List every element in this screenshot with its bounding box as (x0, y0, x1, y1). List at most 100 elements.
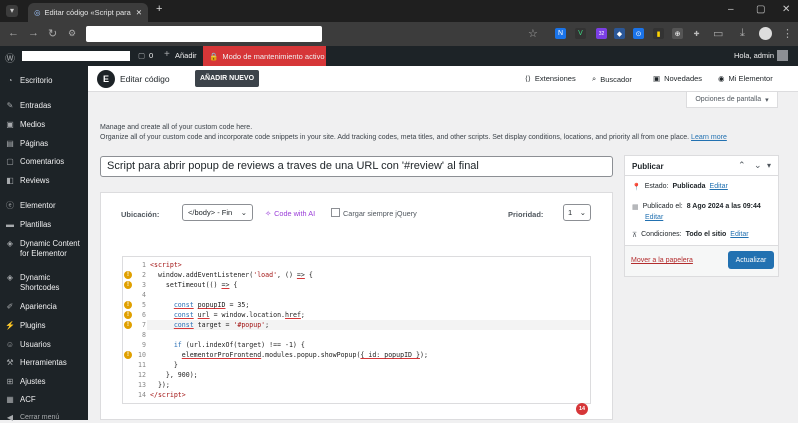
close-window-icon[interactable]: ✕ (782, 4, 790, 15)
sidebar-item-templates[interactable]: ▬ Plantillas (0, 220, 88, 230)
extension-badge-icon[interactable]: 32 (596, 28, 607, 39)
new-tab-button[interactable]: + (156, 3, 162, 15)
warning-icon[interactable]: ! (124, 271, 132, 279)
add-new-button[interactable]: AÑADIR NUEVO (195, 70, 259, 87)
extension-icon[interactable]: ⊕ (672, 28, 683, 39)
load-jquery-checkbox[interactable] (331, 208, 340, 217)
sidebar-item-tools[interactable]: ⚒ Herramientas (0, 358, 88, 368)
site-name-link[interactable] (22, 51, 130, 61)
tab-grid-icon[interactable]: ▭ (713, 27, 723, 40)
dashboard-icon: ◔ (7, 76, 13, 85)
extension-icon[interactable]: ⊙ (633, 28, 644, 39)
warning-icon[interactable]: ! (124, 301, 132, 309)
user-greeting[interactable]: Hola, admin (734, 51, 774, 60)
intro-line-2: Organize all of your custom code and inc… (100, 134, 727, 141)
status-label: Estado: (644, 183, 669, 190)
sidebar-item-plugins[interactable]: ⚡ Plugins (0, 321, 88, 331)
finder-link[interactable]: ⌕ Buscador (592, 74, 632, 84)
browser-tab-bar: ▾ ◎ Editar código «Script para abri ✕ + … (0, 0, 798, 22)
sidebar-item-elementor[interactable]: ⓔ Elementor (0, 201, 88, 211)
profile-avatar[interactable] (759, 27, 772, 40)
move-down-icon[interactable]: ⌄ (754, 160, 762, 171)
priority-select[interactable]: 1 ⌄ (563, 204, 591, 221)
warning-icon[interactable]: ! (124, 321, 132, 329)
sidebar-item-reviews[interactable]: ◧ Reviews (0, 176, 88, 186)
comments-count[interactable]: 0 (149, 51, 153, 60)
extension-icon[interactable]: V (575, 28, 586, 39)
warning-icon[interactable]: ! (124, 351, 132, 359)
sidebar-item-pages[interactable]: ▤ Páginas (0, 139, 88, 149)
address-bar[interactable] (86, 26, 322, 42)
sidebar-item-label: Comentarios (20, 157, 65, 166)
sidebar-item-label: Elementor (20, 201, 56, 210)
tab-search-icon[interactable]: ▾ (6, 5, 18, 17)
maintenance-mode-badge[interactable]: 🔒 Modo de mantenimiento activo (203, 46, 326, 66)
move-up-icon[interactable]: ⌃ (738, 160, 746, 171)
maintenance-text: Modo de mantenimiento activo (222, 51, 325, 61)
learn-more-link[interactable]: Learn more (691, 134, 727, 141)
puzzle-extensions-icon[interactable]: ✚ (691, 28, 702, 39)
calendar-icon: ▦ (632, 204, 639, 211)
sidebar-item-media[interactable]: ▣ Medios (0, 120, 88, 130)
sidebar-item-dynamic-content[interactable]: ◈ Dynamic Content for Elementor (0, 239, 88, 259)
sidebar-item-users[interactable]: ☺ Usuarios (0, 340, 88, 350)
whats-new-link[interactable]: ▣ Novedades (653, 74, 702, 83)
location-select[interactable]: </body> - Fin ⌄ (182, 204, 253, 221)
site-info-icon[interactable]: ⚙ (68, 28, 76, 39)
wordpress-logo-icon[interactable]: Ⓦ (5, 50, 15, 65)
download-icon[interactable]: ⤓ (740, 27, 745, 40)
title-input[interactable]: Script para abrir popup de reviews a tra… (100, 156, 613, 177)
extension-icon[interactable]: ▮ (653, 28, 664, 39)
reload-icon[interactable]: ↻ (48, 27, 57, 40)
sidebar-item-dashboard[interactable]: ◔ Escritorio (0, 76, 88, 86)
extension-icon[interactable]: ◆ (614, 28, 625, 39)
forward-icon[interactable]: → (28, 27, 39, 39)
warning-icon[interactable]: ! (124, 311, 132, 319)
code-line: const url = window.location.href; (173, 311, 305, 319)
warning-icon[interactable]: ! (124, 281, 132, 289)
browser-tab[interactable]: ◎ Editar código «Script para abri ✕ (28, 3, 148, 22)
published-edit-link[interactable]: Editar (645, 214, 663, 221)
comment-icon: ▢ (6, 157, 14, 166)
published-value: 8 Ago 2024 a las 09:44 (686, 203, 761, 210)
sidebar-item-dynamic-shortcodes[interactable]: ◈ Dynamic Shortcodes (0, 273, 88, 293)
avatar[interactable] (777, 50, 788, 61)
sidebar-collapse-menu[interactable]: ◀ Cerrar menú (0, 413, 88, 423)
user-icon: ☺ (5, 340, 15, 349)
add-new-link[interactable]: Añadir (175, 51, 197, 60)
ai-sparkle-icon: ✧ (265, 209, 272, 218)
sidebar-item-appearance[interactable]: ✐ Apariencia (0, 302, 88, 312)
code-with-ai-button[interactable]: ✧ Code with AI (265, 209, 315, 218)
comments-icon[interactable]: ▢ (138, 51, 145, 60)
conditions-edit-link[interactable]: Editar (730, 231, 748, 239)
screen-options-button[interactable]: Opciones de pantalla ▾ (686, 92, 778, 108)
bookmark-star-icon[interactable]: ☆ (528, 27, 538, 40)
status-edit-link[interactable]: Editar (710, 183, 728, 191)
wrench-icon: ⚒ (6, 358, 14, 367)
sidebar-item-comments[interactable]: ▢ Comentarios (0, 157, 88, 167)
code-line: <script> (150, 261, 182, 269)
my-elementor-link[interactable]: ◉ Mi Elementor (718, 74, 773, 83)
update-button[interactable]: Actualizar (728, 251, 774, 269)
code-line: </script> (150, 391, 186, 399)
move-to-trash-link[interactable]: Mover a la papelera (631, 257, 693, 264)
page-title: Editar código (120, 74, 170, 84)
maximize-icon[interactable]: ▢ (756, 4, 765, 15)
extensions-link[interactable]: ⟨⟩ Extensiones (525, 74, 576, 83)
sidebar-item-acf[interactable]: ▦ ACF (0, 395, 88, 405)
line-number: 4 (142, 291, 146, 299)
toggle-panel-icon[interactable]: ▾ (767, 161, 771, 170)
plus-icon[interactable]: + (164, 49, 170, 60)
collapse-icon: ◀ (6, 413, 14, 422)
tab-title: Editar código «Script para abri (44, 8, 132, 17)
chrome-menu-icon[interactable]: ⋮ (782, 27, 793, 40)
back-icon[interactable]: ← (8, 27, 19, 39)
sidebar-item-posts[interactable]: ✎ Entradas (0, 101, 88, 111)
close-tab-icon[interactable]: ✕ (136, 8, 142, 17)
sidebar-item-settings[interactable]: ⊞ Ajustes (0, 377, 88, 387)
issues-count-badge[interactable]: 14 (576, 403, 588, 415)
code-line: const target = '#popup'; (173, 321, 270, 329)
pages-icon: ▤ (6, 139, 14, 148)
extension-icon[interactable]: N (555, 28, 566, 39)
minimize-icon[interactable]: – (728, 4, 734, 15)
